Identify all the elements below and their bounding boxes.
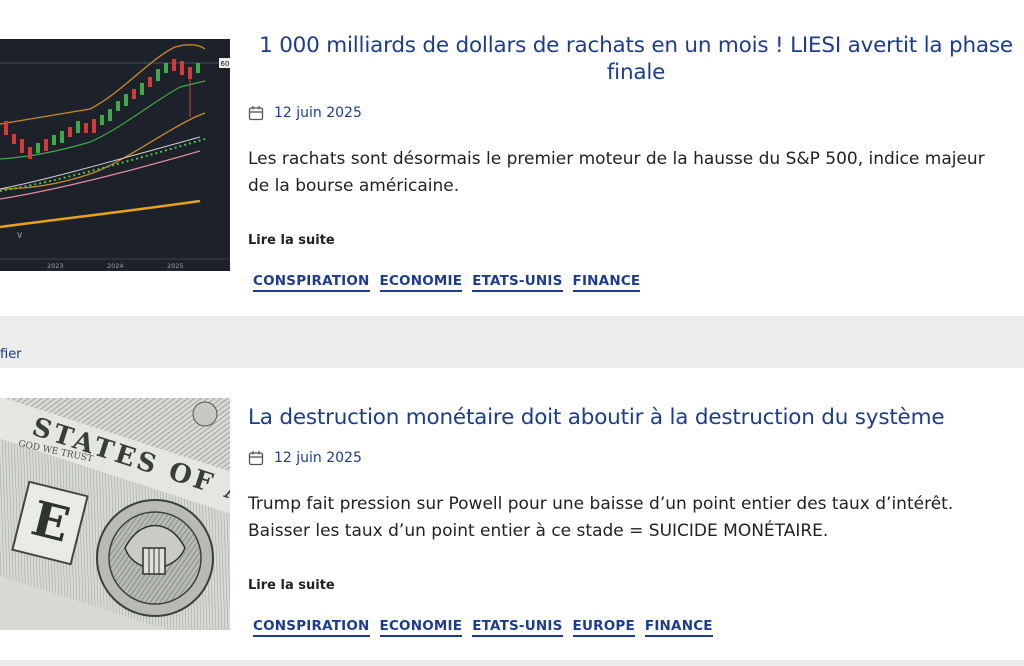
article-content: 1 000 milliards de dollars de rachats en… — [248, 32, 1024, 292]
card-separator — [0, 316, 1024, 368]
chart-price-label: 60 — [221, 60, 230, 68]
tag-link[interactable]: CONSPIRATION — [253, 273, 370, 292]
article-meta: 12 juin 2025 — [248, 105, 1024, 121]
chart-year-label: 2023 — [47, 262, 64, 270]
article-thumbnail-banknote[interactable]: STATES OF AMERIC GOD WE TRUST E — [0, 398, 230, 630]
article-card: 60 ∨ 2023 2024 2025 1 000 milliards de d… — [0, 0, 1024, 316]
article-excerpt: Trump fait pression sur Powell pour une … — [248, 494, 954, 541]
article-meta: 12 juin 2025 — [248, 450, 1024, 466]
svg-text:∨: ∨ — [16, 230, 23, 241]
calendar-icon — [248, 106, 264, 121]
read-more-link[interactable]: Lire la suite — [248, 578, 335, 593]
chart-year-label: 2025 — [167, 262, 184, 270]
tag-link[interactable]: ECONOMIE — [379, 273, 463, 292]
article-card: STATES OF AMERIC GOD WE TRUST E La destr… — [0, 368, 1024, 660]
article-list-page: 60 ∨ 2023 2024 2025 1 000 milliards de d… — [0, 0, 1024, 666]
read-more-link[interactable]: Lire la suite — [248, 233, 335, 248]
article-excerpt: Les rachats sont désormais le premier mo… — [248, 149, 985, 196]
stock-chart-image: 60 ∨ 2023 2024 2025 — [0, 39, 230, 271]
card-separator — [0, 660, 1024, 666]
dollar-bill-image: STATES OF AMERIC GOD WE TRUST E — [0, 398, 230, 630]
article-title[interactable]: La destruction monétaire doit aboutir à … — [248, 404, 1024, 431]
tag-link[interactable]: ECONOMIE — [379, 618, 463, 637]
tag-link[interactable]: FINANCE — [644, 618, 713, 637]
tag-link[interactable]: FINANCE — [572, 273, 641, 292]
article-tags: CONSPIRATION ECONOMIE ETATS-UNIS EUROPE … — [253, 618, 1024, 637]
tag-link[interactable]: CONSPIRATION — [253, 618, 370, 637]
tag-link[interactable]: ETATS-UNIS — [472, 273, 563, 292]
tag-link[interactable]: EUROPE — [572, 618, 635, 637]
article-date[interactable]: 12 juin 2025 — [274, 105, 362, 121]
article-thumbnail-chart[interactable]: 60 ∨ 2023 2024 2025 — [0, 39, 230, 271]
tag-link[interactable]: ETATS-UNIS — [472, 618, 563, 637]
article-title[interactable]: 1 000 milliards de dollars de rachats en… — [248, 32, 1024, 86]
side-link[interactable]: fier — [0, 347, 22, 362]
chart-year-label: 2024 — [107, 262, 124, 270]
article-content: La destruction monétaire doit aboutir à … — [248, 404, 1024, 637]
article-tags: CONSPIRATION ECONOMIE ETATS-UNIS FINANCE — [253, 273, 1024, 292]
article-date[interactable]: 12 juin 2025 — [274, 450, 362, 466]
calendar-icon — [248, 451, 264, 466]
